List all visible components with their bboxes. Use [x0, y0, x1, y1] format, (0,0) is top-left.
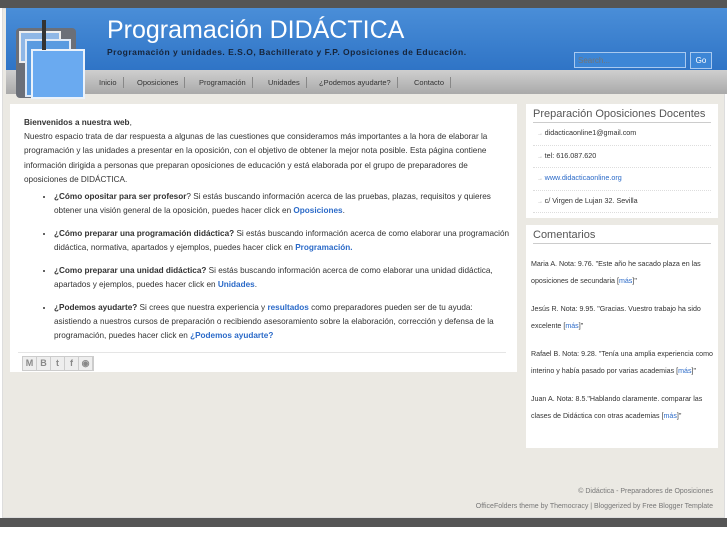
comment: Juan A. Nota: 8.5."Hablando claramente. …	[531, 395, 703, 420]
folder-logo-icon	[16, 20, 85, 99]
share-buttons: M Bt f ◉	[22, 356, 94, 371]
comments-widget: Comentarios Maria A. Nota: 9.76. "Este a…	[526, 225, 718, 448]
bottom-bar	[0, 518, 727, 527]
facebook-share-icon[interactable]: f	[65, 357, 79, 370]
more-link[interactable]: más	[619, 277, 632, 285]
contact-email: didacticaonline1@gmail.com	[533, 123, 711, 146]
more-link[interactable]: más	[565, 322, 578, 330]
top-bar	[0, 0, 727, 8]
divider	[18, 352, 506, 353]
list-item: ¿Como preparar una unidad didáctica? Si …	[54, 264, 510, 292]
buzz-share-icon[interactable]: ◉	[79, 357, 93, 370]
nav-programacion[interactable]: Programación	[193, 77, 253, 88]
list-item: ¿Cómo opositar para ser profesor? Si est…	[54, 190, 510, 218]
link-resultados[interactable]: resultados	[267, 303, 308, 312]
blogger-share-icon[interactable]: B	[37, 357, 51, 370]
search-input[interactable]	[574, 52, 686, 68]
link-oposiciones[interactable]: Oposiciones	[293, 206, 342, 215]
main-post: Bienvenidos a nuestra web, Nuestro espaci…	[10, 104, 517, 372]
more-link[interactable]: más	[663, 412, 676, 420]
site-title[interactable]: Programación DIDÁCTICA	[107, 16, 404, 45]
widget-title: Preparación Oposiciones Docentes	[533, 108, 711, 123]
link-podemos-ayudarte[interactable]: ¿Podemos ayudarte?	[190, 331, 273, 340]
nav-inicio[interactable]: Inicio	[93, 77, 124, 88]
intro-text: Bienvenidos a nuestra web, Nuestro espaci…	[24, 118, 488, 184]
contact-web-link[interactable]: www.didacticaonline.org	[545, 173, 622, 182]
contact-address: c/ Virgen de Lujan 32. Sevilla	[533, 191, 711, 213]
contact-widget: Preparación Oposiciones Docentes didacti…	[526, 104, 718, 218]
contact-web-item: www.didacticaonline.org	[533, 168, 711, 191]
link-programacion[interactable]: Programación.	[295, 243, 352, 252]
footer-copyright: © Didáctica - Preparadores de Oposicione…	[578, 488, 713, 495]
comment: Rafael B. Nota: 9.28. "Tenía una amplia …	[531, 350, 713, 375]
link-unidades[interactable]: Unidades	[218, 280, 255, 289]
list-item: ¿Podemos ayudarte? Si crees que nuestra …	[54, 301, 510, 344]
comment: Jesús R. Nota: 9.95. "Gracias. Vuestro t…	[531, 305, 701, 330]
list-item: ¿Cómo preparar una programación didáctic…	[54, 227, 510, 255]
more-link[interactable]: más	[678, 367, 691, 375]
nav-unidades[interactable]: Unidades	[262, 77, 307, 88]
nav-podemos-ayudarte[interactable]: ¿Podemos ayudarte?	[313, 77, 398, 88]
nav-contacto[interactable]: Contacto	[408, 77, 452, 88]
contact-phone: tel: 616.087.620	[533, 146, 711, 168]
search-go-button[interactable]: Go	[690, 52, 712, 69]
widget-title: Comentarios	[533, 229, 711, 244]
site-tagline: Programación y unidades. E.S.O, Bachille…	[107, 47, 467, 57]
twitter-share-icon[interactable]: t	[51, 357, 65, 370]
nav-oposiciones[interactable]: Oposiciones	[131, 77, 186, 88]
comment: Maria A. Nota: 9.76. "Este año he sacado…	[531, 260, 701, 285]
email-share-icon[interactable]: M	[23, 357, 37, 370]
footer-credits: OfficeFolders theme by Themocracy | Blog…	[475, 503, 713, 510]
topic-list: ¿Cómo opositar para ser profesor? Si est…	[40, 190, 510, 352]
